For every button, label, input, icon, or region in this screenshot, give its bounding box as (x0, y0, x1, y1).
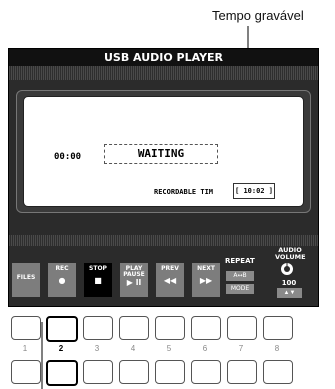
recordable-time-value: [ 10:02 ] (233, 183, 275, 199)
lower-button-1[interactable] (11, 360, 41, 384)
softkey-rec[interactable]: REC ● (48, 263, 76, 297)
upper-button-1[interactable] (11, 316, 41, 340)
softkey-next[interactable]: NEXT ▶▶ (192, 263, 220, 297)
button-number-6: 6 (202, 344, 208, 353)
playback-time: 00:00 (54, 152, 82, 162)
softkey-play-pause-label: PLAY PAUSE (123, 265, 145, 278)
next-icon: ▶▶ (199, 276, 213, 285)
lower-button-4[interactable] (119, 360, 149, 384)
softkey-prev-label: PREV (161, 265, 179, 272)
softkey-stop-label: STOP (89, 265, 107, 272)
button-number-8: 8 (274, 344, 280, 353)
upper-button-4[interactable] (119, 316, 149, 340)
softkey-stop[interactable]: STOP ■ (84, 263, 112, 297)
softkey-play-pause[interactable]: PLAY PAUSE ▶ ll (120, 263, 148, 297)
lower-button-7[interactable] (227, 360, 257, 384)
lower-button-2[interactable] (46, 360, 78, 386)
volume-value: 100 (281, 279, 297, 287)
button-number-2: 2 (58, 344, 64, 353)
softkey-next-label: NEXT (197, 265, 215, 272)
record-icon: ● (58, 276, 66, 285)
player-panel: 00:00 WAITING RECORDABLE TIM [ 10:02 ] (23, 96, 304, 207)
stop-icon: ■ (94, 276, 102, 285)
player-status: WAITING (104, 144, 218, 164)
upper-button-7[interactable] (227, 316, 257, 340)
lower-button-5[interactable] (155, 360, 185, 384)
lower-button-6[interactable] (191, 360, 221, 384)
repeat-mode-button[interactable]: MODE (226, 284, 254, 294)
upper-button-5[interactable] (155, 316, 185, 340)
button-number-1: 1 (22, 344, 28, 353)
volume-knob-icon[interactable] (280, 262, 294, 276)
button-number-5: 5 (166, 344, 172, 353)
screen-stripe (9, 66, 318, 80)
lower-button-8[interactable] (263, 360, 293, 384)
softkey-row: FILES REC ● STOP ■ PLAY PAUSE ▶ ll PREV … (9, 263, 220, 297)
button-number-7: 7 (238, 344, 244, 353)
repeat-label: REPEAT (225, 257, 255, 265)
screen-stripe-bottom (9, 235, 318, 246)
callout-recordable-time: Tempo gravável (212, 8, 304, 23)
volume-arrows[interactable]: ▲▼ (277, 288, 302, 298)
lower-button-3[interactable] (83, 360, 113, 384)
volume-label: VOLUME (275, 253, 306, 261)
upper-button-2[interactable] (46, 316, 78, 342)
previous-icon: ◀◀ (163, 276, 177, 285)
repeat-ab-button[interactable]: A↔B (226, 271, 254, 281)
button-number-4: 4 (130, 344, 136, 353)
upper-button-8[interactable] (263, 316, 293, 340)
softkey-files[interactable]: FILES (12, 263, 40, 297)
softkey-rec-label: REC (55, 265, 69, 272)
upper-button-3[interactable] (83, 316, 113, 340)
softkey-files-label: FILES (16, 274, 36, 281)
screen-title: USB AUDIO PLAYER (9, 49, 318, 66)
play-pause-icon: ▶ ll (126, 278, 142, 287)
button-number-3: 3 (94, 344, 100, 353)
softkey-prev[interactable]: PREV ◀◀ (156, 263, 184, 297)
audio-volume-label: AUDIO VOLUME (275, 247, 306, 261)
lcd-screen: USB AUDIO PLAYER 00:00 WAITING RECORDABL… (8, 48, 319, 307)
recordable-time-label: RECORDABLE TIM (154, 188, 214, 196)
upper-button-6[interactable] (191, 316, 221, 340)
